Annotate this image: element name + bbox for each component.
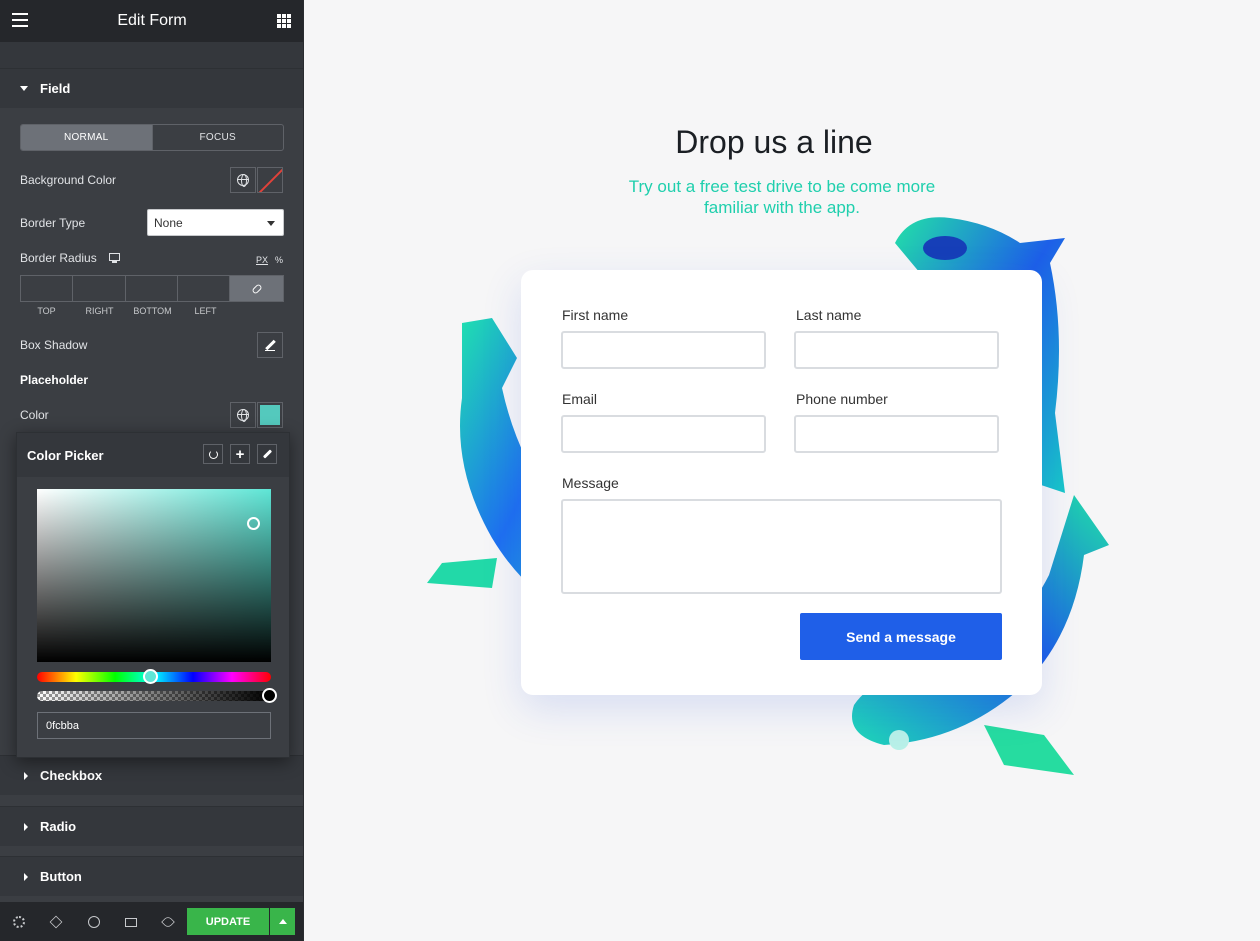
- border-type-value: None: [154, 215, 183, 230]
- hue-slider[interactable]: [37, 669, 271, 684]
- caret-right-icon: [24, 822, 28, 831]
- unit-px[interactable]: PX: [256, 255, 268, 265]
- background-color-label: Background Color: [20, 173, 117, 187]
- widgets-grid-icon[interactable]: [277, 14, 291, 28]
- hue-handle[interactable]: [143, 669, 158, 684]
- border-radius-label: Border Radius: [20, 251, 97, 265]
- caret-right-icon: [24, 872, 28, 881]
- color-picker-header: Color Picker +: [17, 433, 289, 477]
- panel-title: Edit Form: [117, 12, 187, 29]
- responsive-mode-icon[interactable]: [125, 918, 137, 927]
- border-type-label: Border Type: [20, 216, 86, 230]
- phone-label: Phone number: [796, 391, 888, 407]
- color-swatch-fill: [260, 405, 280, 425]
- link-icon: [250, 282, 263, 295]
- phone-field[interactable]: [794, 415, 999, 453]
- border-radius-dimension-labels: TOP RIGHT BOTTOM LEFT: [20, 306, 284, 316]
- settings-gear-icon[interactable]: [13, 916, 25, 928]
- radius-bottom-input[interactable]: [125, 276, 178, 301]
- preview-eye-icon[interactable]: [161, 915, 175, 929]
- section-field-header[interactable]: Field: [0, 68, 303, 108]
- pencil-icon: [264, 340, 276, 351]
- update-options-button[interactable]: [270, 908, 295, 935]
- hex-color-input[interactable]: [37, 712, 271, 739]
- caret-right-icon: [24, 771, 28, 780]
- opacity-gradient: [37, 691, 271, 701]
- placeholder-color-swatch[interactable]: [257, 402, 283, 428]
- radius-right-input[interactable]: [73, 276, 126, 301]
- panel-header: Edit Form: [0, 0, 303, 42]
- opacity-handle[interactable]: [262, 688, 277, 703]
- link-values-button[interactable]: [230, 276, 283, 301]
- globe-icon: [237, 409, 249, 422]
- saturation-handle[interactable]: [247, 517, 260, 530]
- contact-form-card: First name Last name Email Phone number …: [521, 270, 1042, 695]
- dim-label-left: LEFT: [194, 306, 217, 316]
- plus-icon: +: [235, 445, 245, 463]
- state-tabs: NORMAL FOCUS: [20, 124, 284, 151]
- editor-panel: Edit Form Field NORMAL FOCUS Background …: [0, 0, 304, 941]
- first-name-field[interactable]: [561, 331, 766, 369]
- update-button[interactable]: UPDATE: [187, 908, 269, 935]
- placeholder-global-colors-button[interactable]: [230, 402, 256, 428]
- section-checkbox-header[interactable]: Checkbox: [0, 755, 303, 795]
- caret-up-icon: [278, 919, 287, 924]
- color-picker-title: Color Picker: [27, 447, 104, 463]
- chevron-down-icon: [267, 221, 275, 226]
- placeholder-color-label: Color: [20, 408, 49, 422]
- unit-percent[interactable]: %: [275, 255, 283, 265]
- saturation-value-area[interactable]: [37, 489, 271, 662]
- email-field[interactable]: [561, 415, 766, 453]
- message-textarea[interactable]: [561, 499, 1002, 594]
- reset-icon: [208, 449, 218, 459]
- section-radio-header[interactable]: Radio: [0, 806, 303, 846]
- section-field-label: Field: [40, 81, 71, 96]
- message-label: Message: [562, 475, 619, 491]
- radius-left-input[interactable]: [177, 276, 230, 301]
- box-shadow-edit-button[interactable]: [257, 332, 283, 358]
- global-colors-button[interactable]: [230, 167, 256, 193]
- desktop-monitor-icon[interactable]: [109, 253, 120, 263]
- eyedropper-button[interactable]: [257, 444, 277, 464]
- caret-down-icon: [20, 86, 28, 91]
- add-color-button[interactable]: +: [230, 444, 250, 464]
- section-button-label: Button: [40, 869, 82, 884]
- send-message-button[interactable]: Send a message: [800, 613, 1002, 660]
- radius-top-input[interactable]: [21, 276, 74, 301]
- tab-focus[interactable]: FOCUS: [151, 125, 284, 150]
- box-shadow-label: Box Shadow: [20, 338, 88, 352]
- eyedropper-icon: [262, 449, 272, 459]
- page-title: Drop us a line: [675, 124, 873, 160]
- globe-icon: [237, 174, 249, 187]
- page-subtitle: Try out a free test drive to be come mor…: [628, 177, 936, 217]
- dim-label-top: TOP: [37, 306, 56, 316]
- first-name-label: First name: [562, 307, 629, 323]
- placeholder-heading: Placeholder: [20, 373, 89, 387]
- dim-label-bottom: BOTTOM: [133, 306, 172, 316]
- section-button-header[interactable]: Button: [0, 856, 303, 896]
- border-type-select[interactable]: None: [147, 209, 284, 236]
- section-checkbox-label: Checkbox: [40, 768, 103, 783]
- tab-normal[interactable]: NORMAL: [21, 125, 152, 150]
- dim-label-right: RIGHT: [85, 306, 114, 316]
- color-picker-popover: Color Picker +: [16, 432, 290, 758]
- background-color-swatch[interactable]: [257, 167, 283, 193]
- email-label: Email: [562, 391, 598, 407]
- hamburger-menu-icon[interactable]: [12, 13, 28, 27]
- last-name-field[interactable]: [794, 331, 999, 369]
- reset-color-button[interactable]: [203, 444, 223, 464]
- border-radius-inputs: [20, 275, 284, 302]
- panel-spacer: [0, 42, 303, 68]
- last-name-label: Last name: [796, 307, 862, 323]
- page-canvas: Drop us a line Try out a free test drive…: [304, 0, 1260, 941]
- opacity-slider[interactable]: [37, 688, 277, 703]
- history-icon[interactable]: [88, 916, 100, 928]
- navigator-layers-icon[interactable]: [49, 915, 63, 929]
- section-radio-label: Radio: [40, 819, 77, 834]
